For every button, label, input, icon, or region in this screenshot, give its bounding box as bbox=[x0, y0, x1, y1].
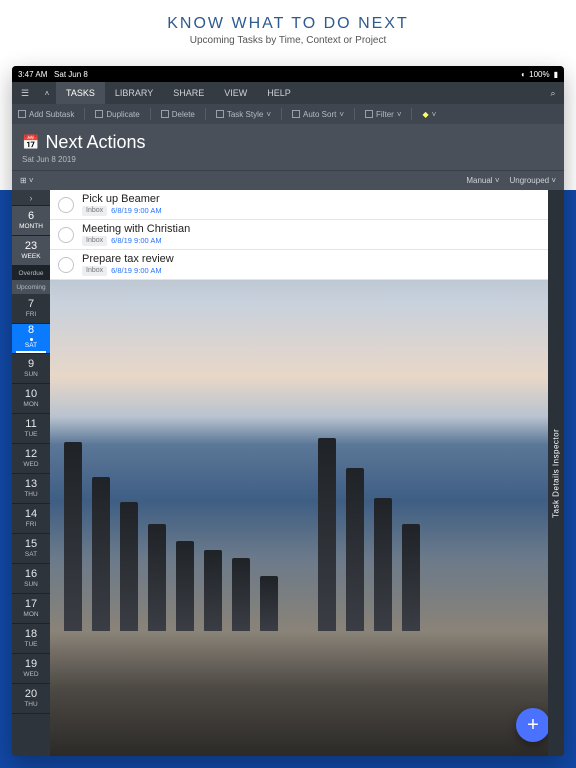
menu-bar: ☰ ˄ TASKSLIBRARYSHAREVIEWHELP ⌕ bbox=[12, 82, 564, 104]
date-sidebar: › 6 Month 23 Week Overdue Upcoming 7FRI8… bbox=[12, 190, 50, 756]
task-row[interactable]: Pick up BeamerInbox 6/8/19 9:00 AM bbox=[50, 190, 564, 220]
toolbar-separator bbox=[84, 108, 85, 120]
calendar-icon: 📅 bbox=[22, 134, 39, 151]
tab-help[interactable]: HELP bbox=[257, 82, 301, 104]
duplicate-button[interactable]: Duplicate bbox=[95, 110, 139, 119]
chevron-up-icon[interactable]: ˄ bbox=[38, 89, 56, 98]
day-12[interactable]: 12WED bbox=[12, 444, 50, 474]
task-row[interactable]: Prepare tax reviewInbox 6/8/19 9:00 AM bbox=[50, 250, 564, 280]
header-date: Sat Jun 8 2019 bbox=[22, 155, 554, 164]
day-20[interactable]: 20THU bbox=[12, 684, 50, 714]
task-checkbox[interactable] bbox=[58, 257, 74, 273]
task-title: Meeting with Christian bbox=[82, 223, 190, 236]
task-label: Inbox bbox=[82, 236, 107, 246]
battery-icon: ▮ bbox=[554, 70, 558, 79]
day-15[interactable]: 15SAT bbox=[12, 534, 50, 564]
toolbar-icon bbox=[161, 110, 169, 118]
inspector-handle[interactable]: Task Details Inspector bbox=[548, 190, 564, 756]
add-subtask-button[interactable]: Add Subtask bbox=[18, 110, 74, 119]
day-16[interactable]: 16SUN bbox=[12, 564, 50, 594]
app-window: 3:47 AM Sat Jun 8 ◖ 100% ▮ ☰ ˄ TASKSLIBR… bbox=[12, 66, 564, 756]
group-mode-button[interactable]: Ungrouped ˅ bbox=[510, 176, 557, 185]
page-header: 📅 Next Actions Sat Jun 8 2019 bbox=[12, 124, 564, 170]
task-title: Prepare tax review bbox=[82, 253, 174, 266]
day-8[interactable]: 8SAT bbox=[12, 324, 50, 354]
day-17[interactable]: 17MON bbox=[12, 594, 50, 624]
filter-button[interactable]: Filter ˅ bbox=[365, 110, 401, 119]
tab-library[interactable]: LIBRARY bbox=[105, 82, 163, 104]
add-task-button[interactable]: + bbox=[516, 708, 550, 742]
status-date: Sat Jun 8 bbox=[54, 70, 88, 79]
sort-mode-button[interactable]: Manual ˅ bbox=[466, 176, 499, 185]
toolbar-icon bbox=[95, 110, 103, 118]
day-18[interactable]: 18TUE bbox=[12, 624, 50, 654]
toolbar-separator bbox=[354, 108, 355, 120]
day-9[interactable]: 9SUN bbox=[12, 354, 50, 384]
grid-view-icon[interactable]: ⊞ ˅ bbox=[20, 176, 34, 185]
toolbar: Add Subtask Duplicate Delete Task Style ˅ Au… bbox=[12, 104, 564, 124]
task-label: Inbox bbox=[82, 206, 107, 216]
promo-subtitle: Upcoming Tasks by Time, Context or Proje… bbox=[190, 35, 387, 46]
tab-view[interactable]: VIEW bbox=[214, 82, 257, 104]
task-style-button[interactable]: Task Style ˅ bbox=[216, 110, 271, 119]
tab-share[interactable]: SHARE bbox=[163, 82, 214, 104]
toolbar-separator bbox=[411, 108, 412, 120]
toolbar-icon bbox=[18, 110, 26, 118]
hamburger-icon[interactable]: ☰ bbox=[12, 88, 38, 99]
toolbar-separator bbox=[281, 108, 282, 120]
task-list: Pick up BeamerInbox6/8/19 9:00 AMMeeting… bbox=[50, 190, 564, 280]
day-19[interactable]: 19WED bbox=[12, 654, 50, 684]
toolbar-separator bbox=[205, 108, 206, 120]
tab-tasks[interactable]: TASKS bbox=[56, 82, 105, 104]
day-11[interactable]: 11TUE bbox=[12, 414, 50, 444]
toolbar-separator bbox=[150, 108, 151, 120]
status-bar: 3:47 AM Sat Jun 8 ◖ 100% ▮ bbox=[12, 66, 564, 82]
week-selector[interactable]: 23 Week bbox=[12, 236, 50, 266]
toolbar-icon bbox=[216, 110, 224, 118]
task-title: Pick up Beamer bbox=[82, 193, 162, 206]
task-due: 6/8/19 9:00 AM bbox=[111, 207, 161, 216]
status-time: 3:47 AM bbox=[18, 70, 47, 79]
delete-button[interactable]: Delete bbox=[161, 110, 195, 119]
task-label: Inbox bbox=[82, 266, 107, 276]
view-options-bar: ⊞ ˅ Manual ˅ Ungrouped ˅ bbox=[12, 170, 564, 190]
page-title: Next Actions bbox=[45, 132, 145, 153]
day-13[interactable]: 13THU bbox=[12, 474, 50, 504]
task-due: 6/8/19 9:00 AM bbox=[111, 267, 161, 276]
upcoming-badge[interactable]: Upcoming bbox=[12, 280, 50, 294]
task-checkbox[interactable] bbox=[58, 197, 74, 213]
month-selector[interactable]: 6 Month bbox=[12, 206, 50, 236]
overdue-badge[interactable]: Overdue bbox=[12, 266, 50, 280]
main-content: Pick up BeamerInbox6/8/19 9:00 AMMeeting… bbox=[50, 190, 564, 756]
chevron-right-icon[interactable]: › bbox=[12, 190, 50, 206]
battery-level: 100% bbox=[529, 70, 549, 79]
task-checkbox[interactable] bbox=[58, 227, 74, 243]
task-due: 6/8/19 9:00 AM bbox=[111, 237, 161, 246]
wifi-icon: ◖ bbox=[520, 70, 525, 79]
search-icon[interactable]: ⌕ bbox=[542, 88, 564, 99]
day-7[interactable]: 7FRI bbox=[12, 294, 50, 324]
day-14[interactable]: 14FRI bbox=[12, 504, 50, 534]
day-10[interactable]: 10MON bbox=[12, 384, 50, 414]
promo-title: KNOW WHAT TO DO NEXT bbox=[167, 15, 409, 33]
color-tag-button[interactable]: ◆˅ bbox=[422, 110, 436, 119]
toolbar-icon bbox=[292, 110, 300, 118]
auto-sort-button[interactable]: Auto Sort ˅ bbox=[292, 110, 344, 119]
toolbar-icon bbox=[365, 110, 373, 118]
task-row[interactable]: Meeting with ChristianInbox 6/8/19 9:00 A… bbox=[50, 220, 564, 250]
promo-banner: KNOW WHAT TO DO NEXT Upcoming Tasks by T… bbox=[0, 0, 576, 60]
